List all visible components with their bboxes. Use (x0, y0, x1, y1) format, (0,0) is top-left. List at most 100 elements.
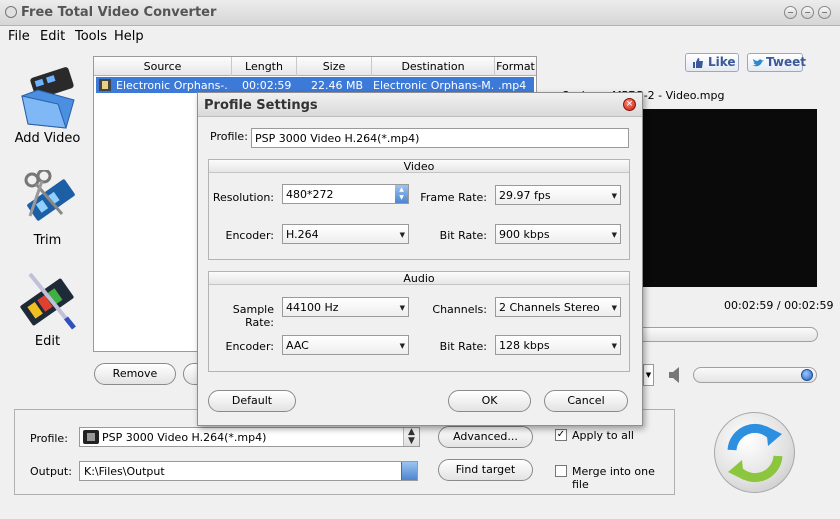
sample-rate-select[interactable]: 44100 Hz ▼ (282, 297, 409, 317)
header-size[interactable]: Size (297, 60, 371, 73)
profile-label: Profile: (30, 432, 68, 445)
like-button[interactable]: Like (685, 53, 739, 72)
row-length: 00:02:59 (242, 79, 292, 92)
tweet-label: Tweet (766, 55, 806, 69)
timecode: 00:02:59 / 00:02:59 (724, 299, 834, 312)
spinner-icon[interactable]: ▲ ▼ (395, 185, 408, 203)
video-bit-rate-value: 900 kbps (499, 228, 550, 241)
add-video-button[interactable]: Add Video (10, 66, 85, 148)
audio-bit-rate-select[interactable]: 128 kbps ▼ (495, 335, 621, 355)
file-list-header: Source Length Size Destination Format (94, 57, 536, 76)
profile-value: PSP 3000 Video H.264(*.mp4) (102, 431, 267, 444)
chevron-down-icon: ▼ (399, 304, 405, 312)
close-button[interactable]: − (818, 6, 831, 19)
channels-label: Channels: (432, 303, 487, 316)
trim-label: Trim (33, 233, 62, 248)
advanced-button[interactable]: Advanced... (438, 426, 533, 448)
resolution-value: 480*272 (286, 188, 334, 201)
row-format: .mp4 (498, 79, 527, 92)
volume-slider[interactable] (693, 367, 817, 383)
video-group: Video Resolution: 480*272 ▲ ▼ Frame Rate:… (208, 159, 630, 260)
video-bit-rate-label: Bit Rate: (439, 229, 487, 242)
chevron-down-icon: ▼ (611, 342, 617, 350)
close-icon[interactable]: × (623, 98, 636, 111)
header-destination[interactable]: Destination (372, 60, 494, 73)
minimize-button[interactable]: − (784, 6, 797, 19)
video-encoder-select[interactable]: H.264 ▼ (282, 224, 409, 244)
sample-rate-value: 44100 Hz (286, 301, 339, 314)
bird-icon (752, 59, 764, 67)
audio-bit-rate-value: 128 kbps (499, 339, 550, 352)
video-group-header: Video (209, 160, 629, 173)
header-length[interactable]: Length (232, 60, 296, 73)
audio-encoder-value: AAC (286, 339, 309, 352)
video-encoder-label: Encoder: (225, 229, 275, 242)
preview-dropdown-arrow[interactable]: ▼ (643, 364, 654, 386)
audio-encoder-select[interactable]: AAC ▼ (282, 335, 409, 355)
volume-knob[interactable] (801, 369, 813, 381)
browse-icon[interactable] (401, 462, 417, 480)
find-target-button[interactable]: Find target (438, 459, 533, 481)
channels-value: 2 Channels Stereo (499, 301, 600, 314)
edit-button[interactable]: Edit (10, 268, 85, 350)
apply-to-all-checkbox[interactable]: ✓ (555, 429, 567, 441)
menu-tools[interactable]: Tools (75, 29, 107, 44)
tweet-button[interactable]: Tweet (747, 53, 806, 72)
add-video-label: Add Video (14, 131, 81, 146)
merge-label: Merge into one file (572, 465, 655, 491)
audio-encoder-label: Encoder: (225, 340, 275, 353)
brush-film-icon (20, 272, 76, 330)
cancel-button[interactable]: Cancel (544, 390, 628, 412)
channels-select[interactable]: 2 Channels Stereo ▼ (495, 297, 621, 317)
dialog-title-bar: Profile Settings × (198, 93, 642, 117)
psp-icon (83, 430, 99, 444)
frame-rate-select[interactable]: 29.97 fps ▼ (495, 185, 621, 205)
resolution-input[interactable]: 480*272 ▲ ▼ (282, 184, 409, 204)
profile-select[interactable]: PSP 3000 Video H.264(*.mp4) ▲ ▼ (79, 427, 420, 447)
frame-rate-value: 29.97 fps (499, 189, 551, 202)
ok-button[interactable]: OK (448, 390, 531, 412)
maximize-button[interactable]: − (801, 6, 814, 19)
folder-film-icon (21, 67, 75, 129)
header-format[interactable]: Format (495, 60, 536, 73)
film-icon (99, 79, 111, 91)
default-button[interactable]: Default (208, 390, 296, 412)
table-row[interactable]: Electronic Orphans-... 00:02:59 22.46 MB… (96, 77, 534, 93)
title-bar: Free Total Video Converter − − − (0, 0, 840, 26)
audio-group: Audio Sample Rate: 44100 Hz ▼ Channels: … (208, 271, 630, 372)
output-path-field[interactable]: K:\Files\Output (79, 461, 418, 481)
menu-edit[interactable]: Edit (40, 29, 65, 44)
chevron-down-icon: ▼ (611, 192, 617, 200)
chevron-down-icon: ▼ (399, 231, 405, 239)
spinner-icon[interactable]: ▲ ▼ (403, 428, 419, 446)
resolution-label: Resolution: (212, 191, 274, 204)
row-destination: Electronic Orphans-M... (373, 79, 493, 92)
chevron-down-icon: ▼ (399, 342, 405, 350)
frame-rate-label: Frame Rate: (420, 191, 487, 204)
sample-rate-label: Sample Rate: (232, 303, 274, 329)
dialog-profile-value: PSP 3000 Video H.264(*.mp4) (255, 132, 420, 145)
chevron-down-icon: ▼ (611, 231, 617, 239)
merge-checkbox[interactable] (555, 465, 567, 477)
remove-button[interactable]: Remove (94, 363, 176, 385)
row-source: Electronic Orphans-... (116, 79, 229, 92)
like-label: Like (708, 55, 736, 69)
dialog-profile-field[interactable]: PSP 3000 Video H.264(*.mp4) (251, 128, 629, 148)
output-label: Output: (30, 465, 72, 478)
chevron-down-icon: ▼ (611, 304, 617, 312)
video-bit-rate-select[interactable]: 900 kbps ▼ (495, 224, 621, 244)
convert-arrows-icon (727, 423, 783, 483)
trim-button[interactable]: Trim (10, 170, 85, 250)
audio-group-header: Audio (209, 272, 629, 285)
speaker-icon[interactable] (668, 366, 684, 384)
row-size: 22.46 MB (311, 79, 364, 92)
window-title: Free Total Video Converter (21, 5, 217, 20)
header-source[interactable]: Source (94, 60, 231, 73)
apply-to-all-label: Apply to all (572, 429, 634, 442)
dialog-title: Profile Settings (204, 98, 318, 113)
output-path: K:\Files\Output (84, 465, 165, 478)
menu-file[interactable]: File (8, 29, 30, 44)
menu-help[interactable]: Help (114, 29, 144, 44)
convert-button[interactable] (714, 412, 795, 493)
audio-bit-rate-label: Bit Rate: (439, 340, 487, 353)
